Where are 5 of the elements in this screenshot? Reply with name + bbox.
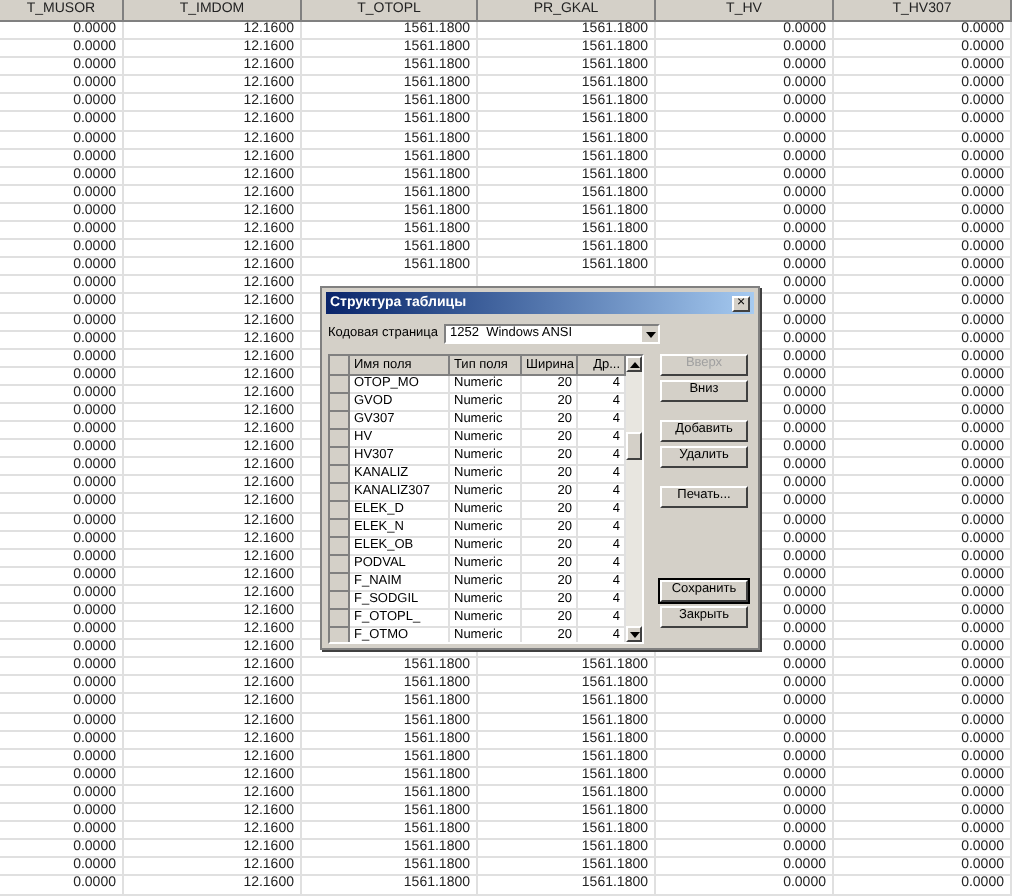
scroll-thumb[interactable] bbox=[626, 432, 642, 460]
scroll-up-icon[interactable] bbox=[626, 356, 642, 372]
scroll-down-icon[interactable] bbox=[626, 626, 642, 642]
scrollbar[interactable] bbox=[626, 356, 642, 642]
dropdown-arrow-icon bbox=[642, 326, 659, 342]
